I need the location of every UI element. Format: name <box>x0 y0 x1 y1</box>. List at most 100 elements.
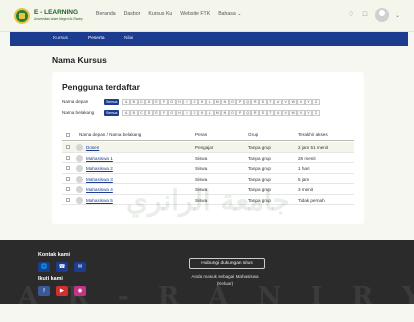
first-name-letter-k[interactable]: K <box>198 98 206 105</box>
table-row[interactable]: Mahasiswa 3 Siswa Tanpa grup 5 jam <box>62 174 354 184</box>
last-name-letter-u[interactable]: U <box>274 109 282 116</box>
table-row[interactable]: Mahasiswa 4 Siswa Tanpa grup 3 menit <box>62 184 354 195</box>
select-all-checkbox[interactable] <box>66 133 70 137</box>
row-checkbox[interactable] <box>66 187 70 191</box>
last-name-filter-label: Nama belakang <box>62 110 95 115</box>
phone-icon[interactable]: ☎ <box>56 262 68 272</box>
first-name-letter-j[interactable]: J <box>190 98 199 105</box>
chat-icon[interactable]: □ <box>361 11 369 19</box>
participant-name[interactable]: Dosen <box>86 145 99 150</box>
last-name-letter-z[interactable]: Z <box>312 109 320 116</box>
first-name-letter-l[interactable]: L <box>205 98 214 105</box>
nav-item-kursus-ku[interactable]: Kursus Ku <box>148 11 172 17</box>
header-last-access[interactable]: Terakhir akses <box>298 132 328 137</box>
youtube-icon[interactable]: ▶ <box>56 286 68 296</box>
last-name-letter-l[interactable]: L <box>205 109 214 116</box>
first-name-letter-q[interactable]: Q <box>243 98 252 105</box>
table-row[interactable]: Mahasiswa 5 Siswa Tanpa grup Tidak pernah <box>62 195 354 205</box>
instagram-icon[interactable]: ◉ <box>74 286 86 296</box>
last-name-letter-j[interactable]: J <box>190 109 199 116</box>
first-name-letter-u[interactable]: U <box>274 98 282 105</box>
bell-icon[interactable]: ♢ <box>347 11 355 19</box>
language-dropdown[interactable]: Bahasa <box>218 11 241 17</box>
first-name-letter-v[interactable]: V <box>281 98 290 105</box>
first-name-letter-x[interactable]: X <box>297 98 305 105</box>
first-name-letter-i[interactable]: I <box>183 98 191 105</box>
first-name-letter-e[interactable]: E <box>152 98 161 105</box>
university-logo-icon[interactable] <box>14 8 30 24</box>
first-name-letter-y[interactable]: Y <box>304 98 313 105</box>
table-row[interactable]: Mahasiswa 2 Siswa Tanpa grup 1 hari <box>62 163 354 174</box>
row-checkbox[interactable] <box>66 145 70 149</box>
logout-link[interactable]: (Keluar) <box>170 281 280 288</box>
first-name-letter-r[interactable]: R <box>251 98 260 105</box>
row-checkbox[interactable] <box>66 155 70 160</box>
last-name-letter-r[interactable]: R <box>251 109 260 116</box>
last-name-letter-t[interactable]: T <box>266 109 275 116</box>
last-name-letter-y[interactable]: Y <box>304 109 313 116</box>
tab-kursus[interactable]: Kursus <box>53 36 68 41</box>
last-name-letter-k[interactable]: K <box>198 109 206 116</box>
last-name-letter-b[interactable]: B <box>129 109 138 116</box>
first-name-letter-p[interactable]: P <box>236 98 244 105</box>
last-name-letter-h[interactable]: H <box>175 109 184 116</box>
last-name-letter-o[interactable]: O <box>228 109 237 116</box>
contact-support-button[interactable]: Hubungi dukungan situs <box>189 258 265 269</box>
row-checkbox[interactable] <box>66 197 70 202</box>
last-name-letter-w[interactable]: W <box>289 109 298 116</box>
participant-name[interactable]: Mahasiswa 2 <box>86 166 113 171</box>
nav-item-dasbor[interactable]: Dasbor <box>124 11 141 17</box>
last-name-letter-d[interactable]: D <box>145 109 153 116</box>
first-name-letter-n[interactable]: N <box>221 98 229 105</box>
last-name-letter-a[interactable]: A <box>122 109 130 116</box>
first-name-letter-a[interactable]: A <box>122 98 130 105</box>
participant-name[interactable]: Mahasiswa 3 <box>86 177 113 182</box>
last-name-letter-f[interactable]: F <box>160 109 168 116</box>
user-avatar[interactable] <box>374 8 389 22</box>
participant-name[interactable]: Mahasiswa 4 <box>86 187 113 192</box>
last-name-letter-p[interactable]: P <box>236 109 244 116</box>
globe-icon[interactable]: 🌐 <box>38 262 50 272</box>
last-name-letter-s[interactable]: S <box>259 109 267 116</box>
first-name-letter-w[interactable]: W <box>289 98 298 105</box>
first-name-letter-t[interactable]: T <box>266 98 275 105</box>
first-name-letter-s[interactable]: S <box>259 98 267 105</box>
header-role[interactable]: Peran <box>195 132 207 137</box>
header-group[interactable]: Grup <box>248 132 258 137</box>
first-name-letter-b[interactable]: B <box>129 98 138 105</box>
last-name-letter-n[interactable]: N <box>221 109 229 116</box>
tab-peserta[interactable]: Peserta <box>88 36 105 41</box>
participant-name[interactable]: Mahasiswa 5 <box>86 198 113 203</box>
first-name-letter-m[interactable]: M <box>213 98 222 105</box>
last-name-letter-v[interactable]: V <box>281 109 290 116</box>
nav-item-website-ftk[interactable]: Website FTK <box>180 11 210 17</box>
tab-nilai[interactable]: Nilai <box>124 36 133 41</box>
last-name-letter-m[interactable]: M <box>213 109 222 116</box>
first-name-letter-g[interactable]: G <box>167 98 176 105</box>
last-name-letter-c[interactable]: C <box>137 109 146 116</box>
nav-item-beranda[interactable]: Beranda <box>96 11 116 17</box>
participant-name[interactable]: Mahasiswa 1 <box>86 156 113 161</box>
first-name-letter-f[interactable]: F <box>160 98 168 105</box>
last-name-letter-i[interactable]: I <box>183 109 191 116</box>
last-name-letter-e[interactable]: E <box>152 109 161 116</box>
chevron-down-icon[interactable]: ⌄ <box>395 12 400 19</box>
last-name-letter-x[interactable]: X <box>297 109 305 116</box>
last-name-letter-q[interactable]: Q <box>243 109 252 116</box>
facebook-icon[interactable]: f <box>38 286 50 296</box>
mail-icon[interactable]: ✉ <box>74 262 86 272</box>
table-row[interactable]: Dosen Pengajar Tanpa grup 2 jam 51 menit <box>62 142 354 153</box>
first-name-all-chip[interactable]: Semua <box>104 98 120 105</box>
brand-name[interactable]: E - LEARNING <box>34 9 78 16</box>
last-name-all-chip[interactable]: Semua <box>104 109 120 116</box>
first-name-letter-o[interactable]: O <box>228 98 237 105</box>
first-name-letter-c[interactable]: C <box>137 98 146 105</box>
first-name-letter-h[interactable]: H <box>175 98 184 105</box>
header-name[interactable]: Nama depan / Nama belakang <box>79 132 141 137</box>
row-checkbox[interactable] <box>66 166 70 170</box>
first-name-letter-d[interactable]: D <box>145 98 153 105</box>
row-checkbox[interactable] <box>66 176 70 181</box>
table-row[interactable]: Mahasiswa 1 Siswa Tanpa grup 26 menit <box>62 153 354 163</box>
last-name-letter-g[interactable]: G <box>167 109 176 116</box>
first-name-letter-z[interactable]: Z <box>312 98 320 105</box>
